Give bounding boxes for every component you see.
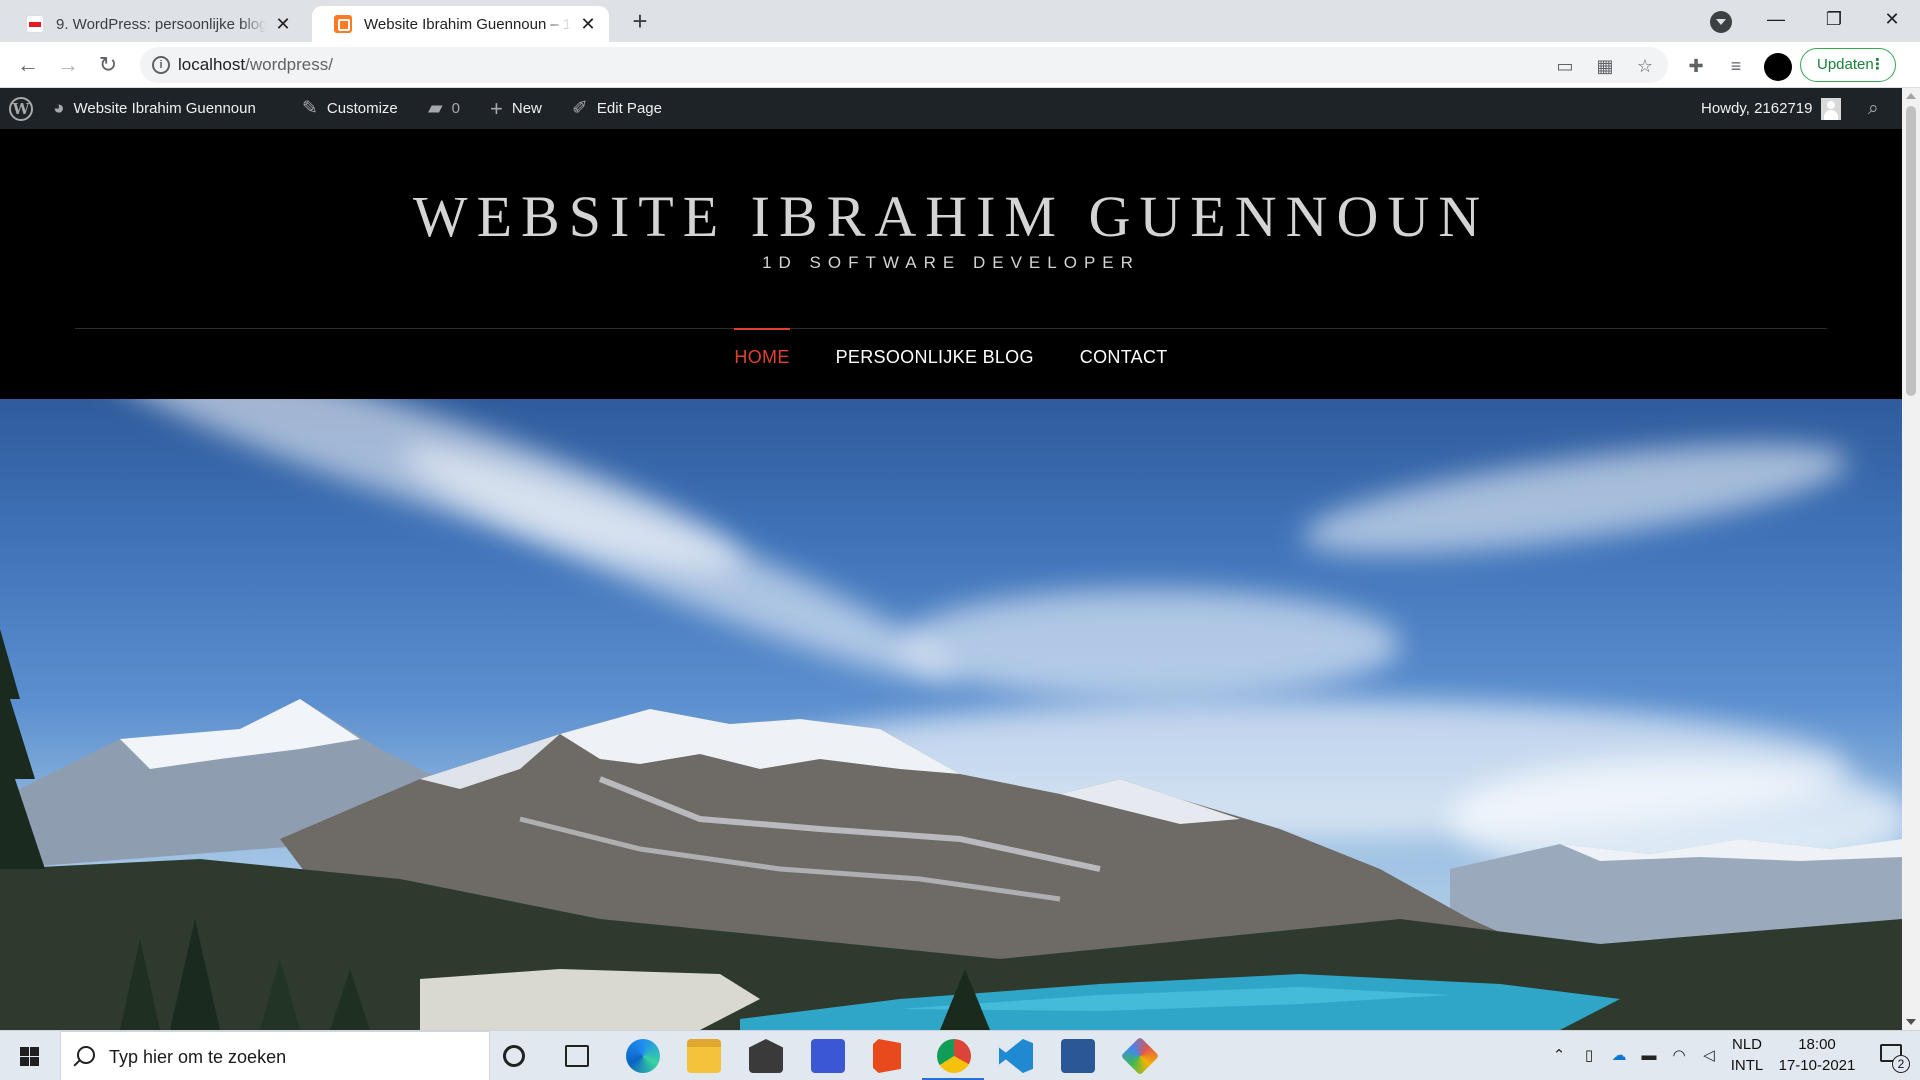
more-menu-icon[interactable]: ⋮	[1870, 49, 1885, 81]
admin-comments[interactable]: ▰ 0	[428, 88, 460, 129]
hero-landscape-image	[0, 399, 1902, 1030]
start-button[interactable]	[0, 1031, 58, 1080]
admin-edit-page-label: Edit Page	[596, 100, 662, 117]
update-browser-button[interactable]: Updaten ⋮	[1800, 48, 1896, 82]
device-icon[interactable]: ▯	[1580, 1047, 1598, 1065]
mountain-scene	[0, 629, 1902, 1030]
tab-search-icon[interactable]	[1710, 11, 1732, 33]
cortana-icon[interactable]	[503, 1045, 525, 1067]
admin-site-name-label: Website Ibrahim Guennoun	[73, 100, 256, 117]
admin-new-content[interactable]: + New	[490, 88, 542, 129]
mail-icon[interactable]	[749, 1039, 783, 1073]
paintbrush-icon: ✎	[302, 98, 318, 119]
bookmark-star-icon[interactable]: ☆	[1634, 55, 1656, 77]
primary-navigation: HOME PERSOONLIJKE BLOG CONTACT	[0, 328, 1902, 399]
wordpress-logo-icon: W	[9, 96, 33, 121]
snip-sketch-icon[interactable]	[1120, 1036, 1160, 1076]
admin-customize[interactable]: ✎ Customize	[302, 88, 398, 129]
clock-time: 18:00	[1798, 1036, 1836, 1053]
edge-browser-icon[interactable]	[626, 1039, 660, 1073]
user-avatar	[1821, 97, 1842, 120]
new-tab-button[interactable]: +	[624, 6, 656, 38]
nav-item-contact[interactable]: CONTACT	[1057, 328, 1191, 399]
taskbar-search-placeholder: Typ hier om te zoeken	[109, 1047, 287, 1067]
url-text[interactable]: localhost/wordpress/	[178, 55, 333, 75]
taskbar-search-box[interactable]: Typ hier om te zoeken	[60, 1031, 490, 1080]
notification-center-button[interactable]: 2	[1872, 1031, 1912, 1080]
scrollbar-thumb[interactable]	[1906, 106, 1916, 396]
windows-logo-icon	[20, 1047, 29, 1056]
notification-count-badge: 2	[1892, 1055, 1910, 1073]
language-indicator[interactable]: NLD INTL	[1724, 1031, 1770, 1080]
admin-howdy-label: Howdy, 2162719	[1701, 100, 1813, 117]
update-label: Updaten	[1817, 56, 1874, 73]
scroll-up-arrow-icon[interactable]	[1906, 93, 1916, 99]
clock[interactable]: 18:00 17-10-2021	[1772, 1031, 1862, 1080]
restore-window-button[interactable]: ❐	[1806, 0, 1862, 40]
volume-muted-icon[interactable]: ◁	[1700, 1047, 1718, 1065]
task-view-icon[interactable]	[565, 1045, 589, 1067]
tab-title: Website Ibrahim Guennoun – 1D	[364, 15, 571, 33]
url-path: /wordpress/	[245, 55, 333, 74]
extensions-puzzle-icon[interactable]: ✚	[1684, 54, 1708, 78]
admin-edit-page[interactable]: ✐ Edit Page	[572, 88, 662, 129]
wifi-icon[interactable]: ◠	[1670, 1047, 1688, 1065]
minimize-window-button[interactable]: —	[1748, 0, 1804, 40]
tab-favicon-icon	[334, 15, 352, 33]
search-icon: ⌕	[1868, 97, 1879, 119]
search-icon	[77, 1046, 95, 1064]
site-tagline: 1D SOFTWARE DEVELOPER	[762, 253, 1140, 272]
language-code: NLD	[1731, 1036, 1762, 1053]
back-button[interactable]: ←	[12, 49, 44, 81]
reading-list-icon[interactable]: ≡	[1724, 54, 1748, 78]
app-blue-icon[interactable]	[811, 1039, 845, 1073]
admin-my-account[interactable]: Howdy, 2162719	[1701, 88, 1842, 129]
site-info-icon[interactable]: i	[152, 56, 170, 74]
windows-taskbar: Typ hier om te zoeken ⌃ ▯ ☁ ▬ ◠ ◁ NLD IN…	[0, 1030, 1920, 1080]
browser-tab-website[interactable]: Website Ibrahim Guennoun – 1D ✕	[312, 6, 609, 42]
nav-item-persoonlijke-blog[interactable]: PERSOONLIJKE BLOG	[813, 328, 1057, 399]
admin-customize-label: Customize	[326, 100, 398, 117]
battery-icon[interactable]: ▬	[1640, 1047, 1658, 1065]
word-icon[interactable]	[1061, 1039, 1095, 1073]
vscode-icon[interactable]	[999, 1039, 1033, 1073]
plus-icon: +	[490, 95, 503, 121]
site-title[interactable]: WEBSITE IBRAHIM GUENNOUN	[0, 183, 1902, 250]
admin-site-name[interactable]: ◕ Website Ibrahim Guennoun	[53, 88, 256, 129]
url-host: localhost	[178, 55, 246, 74]
site-header: WEBSITE IBRAHIM GUENNOUN 1D SOFTWARE DEV…	[0, 129, 1902, 399]
onedrive-cloud-icon[interactable]: ☁	[1610, 1047, 1628, 1065]
tab-title: 9. WordPress: persoonlijke blog m	[56, 15, 266, 33]
comment-bubble-icon: ▰	[428, 98, 443, 119]
reload-button[interactable]: ↻	[92, 49, 124, 81]
tab-favicon-icon	[26, 15, 44, 33]
admin-new-label: New	[511, 100, 542, 117]
qr-code-icon[interactable]: ▦	[1594, 55, 1616, 77]
admin-comments-count: 0	[451, 100, 460, 117]
wp-logo-menu[interactable]: W	[9, 88, 33, 129]
clock-date: 17-10-2021	[1778, 1057, 1856, 1074]
chrome-icon[interactable]	[937, 1039, 971, 1073]
browser-tabstrip: 9. WordPress: persoonlijke blog m ✕ Webs…	[0, 0, 1920, 42]
scroll-down-arrow-icon[interactable]	[1906, 1019, 1916, 1025]
admin-search[interactable]: ⌕	[1868, 88, 1879, 129]
browser-toolbar: ← → ↻ i localhost/wordpress/ ▭ ▦ ☆ ✚ ≡	[0, 42, 1920, 88]
tab-close-icon[interactable]: ✕	[272, 14, 294, 35]
profile-avatar[interactable]	[1764, 53, 1792, 81]
tab-close-icon[interactable]: ✕	[577, 14, 599, 35]
show-hidden-icons-icon[interactable]: ⌃	[1550, 1047, 1568, 1065]
pencil-icon: ✐	[572, 98, 588, 119]
dashboard-gauge-icon: ◕	[53, 97, 65, 119]
forward-button[interactable]: →	[52, 49, 84, 81]
address-bar[interactable]: i localhost/wordpress/ ▭ ▦ ☆	[140, 47, 1668, 83]
office-icon[interactable]	[873, 1039, 901, 1073]
page-scrollbar[interactable]	[1902, 88, 1920, 1030]
close-window-button[interactable]: ✕	[1864, 0, 1920, 40]
cast-icon[interactable]: ▭	[1554, 55, 1576, 77]
keyboard-layout: INTL	[1730, 1057, 1764, 1074]
wp-admin-bar: W ◕ Website Ibrahim Guennoun ✎ Customize…	[0, 88, 1902, 129]
file-explorer-icon[interactable]	[687, 1039, 721, 1073]
browser-tab-wordpress-blog[interactable]: 9. WordPress: persoonlijke blog m ✕	[4, 6, 304, 42]
nav-item-home[interactable]: HOME	[711, 328, 812, 399]
